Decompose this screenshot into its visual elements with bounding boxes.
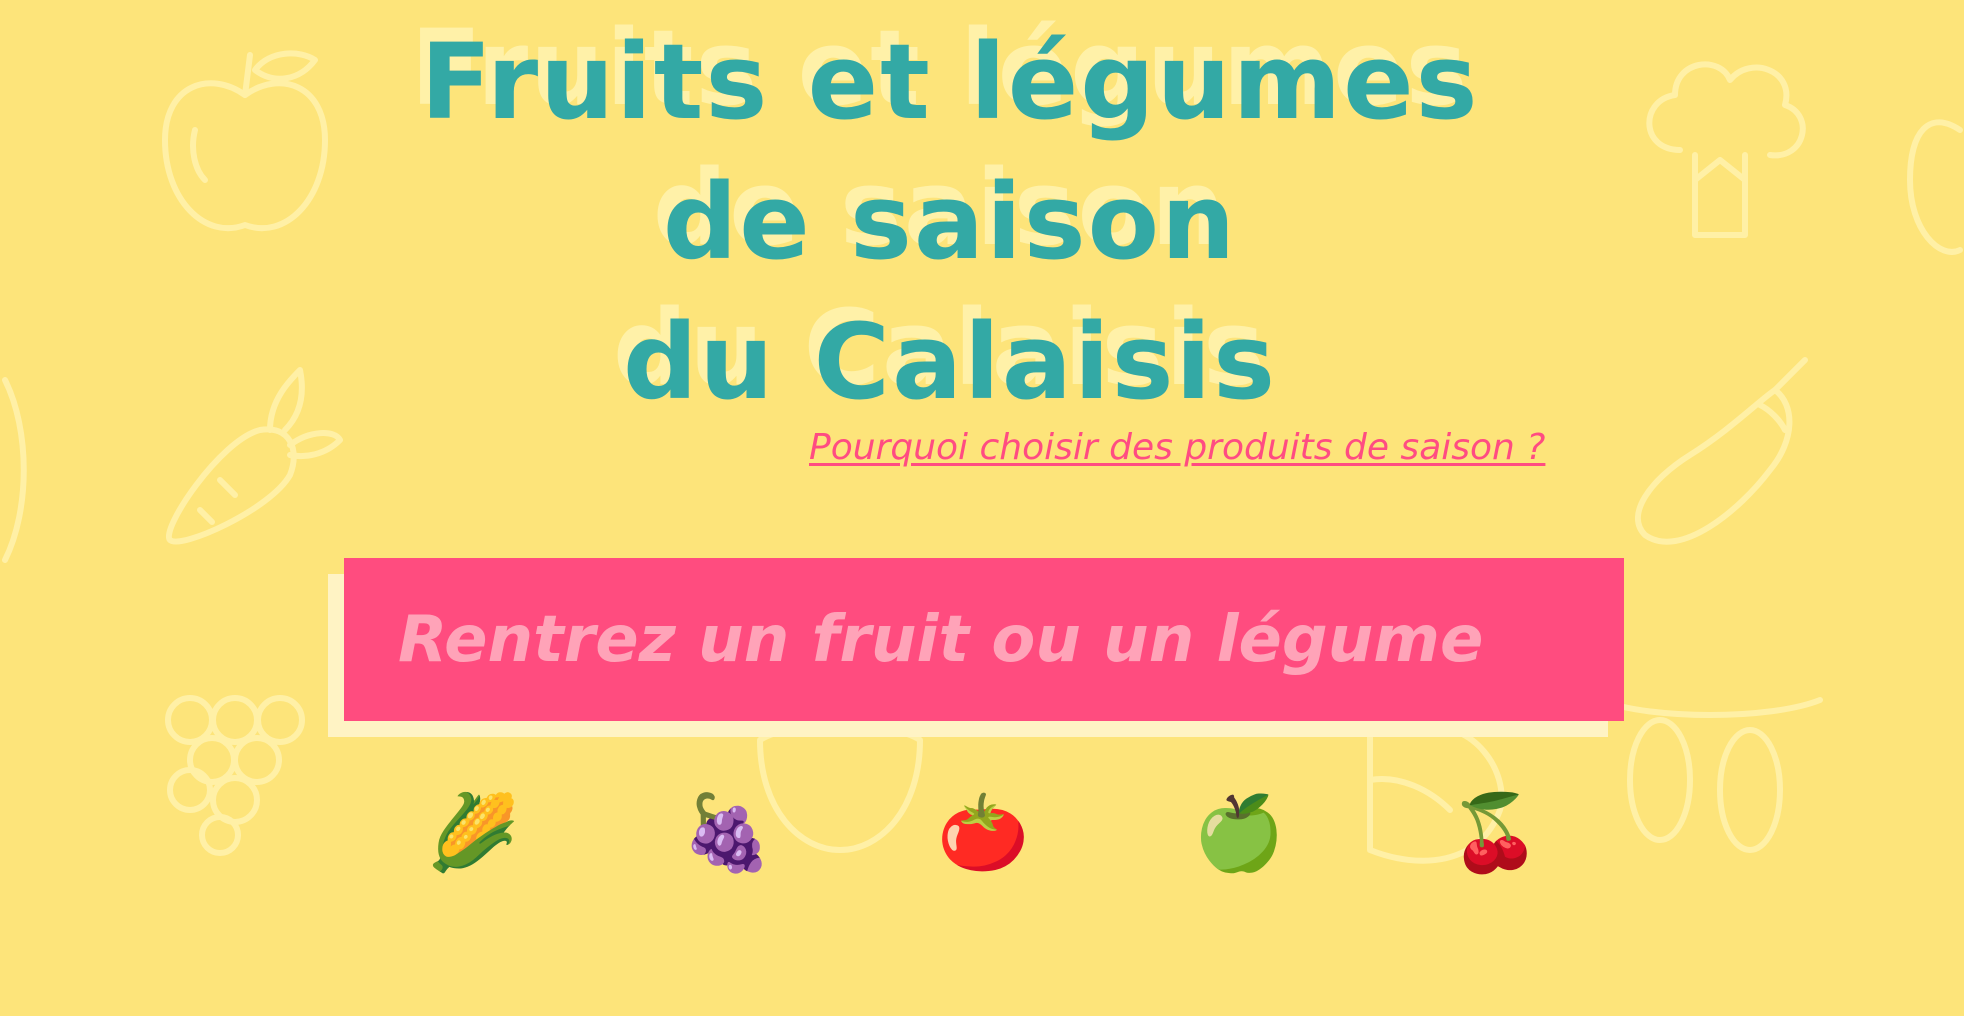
title-line-1-text: Fruits et légumes <box>420 21 1480 143</box>
eggplant-icon <box>1635 357 1808 545</box>
title-line-2: de saison de saison <box>300 147 1600 292</box>
peas-icon <box>1597 697 1823 853</box>
grapes-icon <box>165 695 305 856</box>
tomato-emoji[interactable]: 🍅 <box>937 788 1029 878</box>
title-line-1: Fruits et légumes Fruits et légumes <box>300 7 1600 152</box>
search-input[interactable] <box>344 558 1624 721</box>
pepper-icon <box>2 377 27 563</box>
corn-emoji[interactable]: 🌽 <box>427 788 519 878</box>
title-line-3: du Calaisis du Calaisis <box>300 287 1600 432</box>
apple-icon <box>1907 119 1963 255</box>
cherries-emoji[interactable]: 🍒 <box>1449 788 1541 878</box>
title-line-3-text: du Calaisis <box>622 301 1278 423</box>
page-title: Fruits et légumes Fruits et légumes de s… <box>300 7 1600 432</box>
broccoli-icon <box>1646 61 1806 238</box>
green-apple-emoji[interactable]: 🍏 <box>1193 788 1285 878</box>
title-line-2-text: de saison <box>662 161 1238 283</box>
why-seasonal-link[interactable]: Pourquoi choisir des produits de saison … <box>809 427 1545 468</box>
grapes-emoji[interactable]: 🍇 <box>681 788 773 878</box>
